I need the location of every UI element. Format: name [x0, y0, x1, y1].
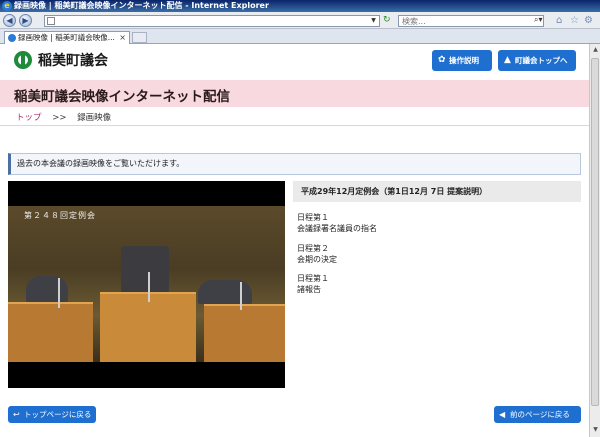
breadcrumb-current: 録画映像: [77, 113, 112, 123]
page-viewport: 稲美町議会 ✿ 操作説明 ▲ 町議会トップへ 稲美町議会映像インターネット配信 …: [0, 44, 589, 437]
top-page-button-label: トップページに戻る: [24, 410, 92, 419]
town-logo-icon[interactable]: [14, 51, 32, 69]
chevron-left-icon: ◀: [499, 410, 506, 419]
guide-button-label: 操作説明: [449, 56, 479, 65]
agenda-text: 諸報告: [297, 285, 321, 294]
tab-title: 録画映像 | 稲美町議会映像...: [18, 33, 115, 42]
agenda-item[interactable]: 日程第１ 会議録署名議員の指名: [297, 212, 377, 234]
desk-right: [204, 304, 285, 362]
tab-bar: 録画映像 | 稲美町議会映像... ×: [0, 29, 600, 44]
new-tab-button[interactable]: [132, 32, 147, 43]
chair-left: [26, 276, 68, 302]
tab-current[interactable]: 録画映像 | 稲美町議会映像... ×: [4, 31, 130, 44]
search-input[interactable]: [398, 15, 544, 27]
agenda-text: 会議録署名議員の指名: [297, 224, 377, 233]
address-dropdown-icon[interactable]: ▼: [369, 17, 378, 25]
agenda-number: 日程第２: [297, 244, 329, 253]
breadcrumb: トップ >> 録画映像: [16, 111, 111, 123]
breadcrumb-divider: [0, 125, 589, 126]
guide-button[interactable]: ✿ 操作説明: [432, 50, 492, 71]
window-titlebar: e 録画映像 | 稲美町議会映像インターネット配信 - Internet Exp…: [0, 0, 600, 12]
address-input[interactable]: ▼: [44, 15, 380, 27]
breadcrumb-home-link[interactable]: トップ: [16, 113, 42, 123]
return-arrow-icon: ↩: [13, 410, 20, 419]
chair-center: [121, 246, 169, 294]
chair-right: [198, 280, 252, 304]
microphone-left: [58, 278, 60, 308]
desk-left: [8, 302, 93, 362]
video-frame: 第２４８回定例会: [8, 206, 285, 362]
scrollbar-thumb[interactable]: [591, 58, 599, 406]
site-name[interactable]: 稲美町議会: [38, 50, 108, 70]
page-banner: 稲美町議会映像インターネット配信: [0, 80, 589, 107]
favorites-star-icon[interactable]: ☆: [570, 15, 579, 26]
council-top-button[interactable]: ▲ 町議会トップへ: [498, 50, 576, 71]
prev-page-button[interactable]: ◀ 前のページに戻る: [494, 406, 581, 423]
notice-box: 過去の本会議の録画映像をご覧いただけます。: [8, 153, 581, 175]
ie-logo-icon: e: [2, 1, 12, 11]
microphone-center: [148, 272, 150, 302]
gear-icon: ✿: [438, 55, 446, 65]
scroll-up-icon[interactable]: ▲: [591, 45, 600, 55]
site-header: 稲美町議会 ✿ 操作説明 ▲ 町議会トップへ: [0, 44, 589, 80]
agenda-item[interactable]: 日程第２ 会期の決定: [297, 243, 337, 265]
meeting-title: 平成29年12月定例会（第1日12月 7日 提案説明）: [293, 181, 581, 202]
video-player[interactable]: 第２４８回定例会: [8, 181, 285, 388]
council-top-button-label: 町議会トップへ: [515, 56, 568, 65]
desk-center: [100, 292, 196, 362]
agenda-number: 日程第１: [297, 213, 329, 222]
search-icon[interactable]: ⌕▾: [534, 15, 543, 25]
scroll-down-icon[interactable]: ▼: [591, 425, 600, 435]
agenda-number: 日程第１: [297, 274, 329, 283]
tab-favicon-icon: [8, 34, 16, 42]
vertical-scrollbar[interactable]: ▲ ▼: [589, 44, 600, 437]
microphone-right: [240, 282, 242, 310]
window-title: 録画映像 | 稲美町議会映像インターネット配信 - Internet Explo…: [14, 1, 269, 10]
prev-page-button-label: 前のページに戻る: [510, 410, 570, 419]
refresh-icon[interactable]: ↻: [383, 15, 391, 25]
forward-button[interactable]: ▶: [19, 14, 32, 27]
gear-icon[interactable]: ⚙: [584, 15, 593, 26]
home-icon[interactable]: ⌂: [556, 15, 562, 26]
agenda-item[interactable]: 日程第１ 諸報告: [297, 273, 329, 295]
page-icon: [47, 17, 55, 25]
back-button[interactable]: ◀: [3, 14, 16, 27]
address-bar-area: ◀ ▶ ▼ ↻ ⌕▾ ⌂ ☆ ⚙: [0, 12, 600, 29]
top-page-button[interactable]: ↩ トップページに戻る: [8, 406, 96, 423]
agenda-text: 会期の決定: [297, 255, 337, 264]
close-tab-icon[interactable]: ×: [119, 32, 126, 44]
warning-triangle-icon: ▲: [504, 55, 511, 65]
page-title: 稲美町議会映像インターネット配信: [14, 89, 230, 105]
breadcrumb-separator: >>: [52, 113, 67, 123]
video-caption: 第２４８回定例会: [24, 211, 96, 220]
